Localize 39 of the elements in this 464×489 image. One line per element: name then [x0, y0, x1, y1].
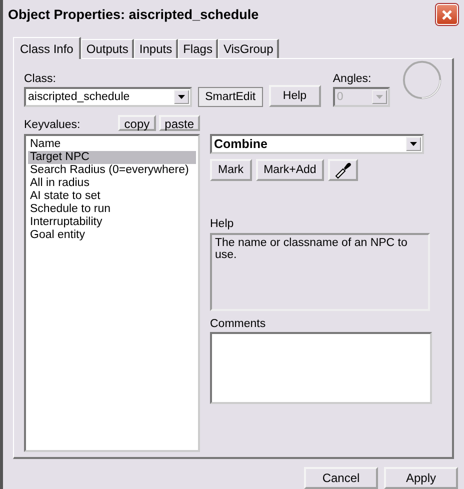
mark-button[interactable]: Mark	[210, 159, 252, 182]
dropdown-arrow-icon	[410, 142, 417, 146]
copy-button[interactable]: copy	[118, 115, 156, 132]
mark-button[interactable]: Mark+Add	[256, 159, 324, 182]
help-button[interactable]: Help	[268, 85, 321, 108]
dialog-button[interactable]: Cancel	[304, 467, 378, 489]
dialog-button[interactable]: Apply	[384, 467, 458, 489]
tab[interactable]: Inputs	[134, 38, 178, 58]
paste-button[interactable]: paste	[158, 115, 200, 132]
list-item[interactable]: Search Radius (0=everywhere)	[28, 164, 196, 178]
help-label: Help	[210, 218, 235, 230]
list-item[interactable]: AI state to set	[28, 190, 196, 204]
comments-label: Comments	[210, 318, 267, 330]
tab[interactable]: Class Info	[13, 36, 82, 59]
close-button[interactable]	[436, 4, 458, 26]
list-item[interactable]: Name	[28, 138, 196, 152]
window-title: Object Properties: aiscripted_schedule	[8, 7, 259, 22]
keyvalues-label: Keyvalues:	[24, 119, 80, 132]
help-text: The name or classname of an NPC to use.	[210, 233, 430, 312]
list-item[interactable]: Goal entity	[28, 229, 196, 242]
dropdown-arrow-icon	[376, 95, 383, 100]
class-label: Class:	[24, 73, 57, 86]
close-icon	[441, 8, 453, 21]
class-dropdown[interactable]: aiscripted_schedule	[24, 87, 192, 108]
tab[interactable]: Flags	[178, 38, 218, 58]
list-item[interactable]: Schedule to run	[28, 203, 196, 216]
tab[interactable]: VisGroup	[218, 38, 280, 58]
dropdown-arrow-icon	[178, 95, 186, 100]
eyedropper-button[interactable]	[328, 159, 358, 182]
eyedropper-icon	[334, 161, 352, 180]
angles-label: Angles:	[332, 73, 372, 86]
list-item[interactable]: Interruptability	[28, 216, 196, 230]
keyvalues-list[interactable]: Name Target NPC Search Radius (0=everywhere) All in radius AI state to set Schedule to run Interruptability Goal entity	[24, 134, 200, 452]
tab[interactable]: Outputs	[81, 38, 134, 58]
list-item[interactable]: Target NPC	[28, 151, 196, 164]
smartedit-button[interactable]: SmartEdit	[198, 87, 263, 108]
value-dropdown[interactable]: Combine	[210, 134, 424, 154]
comments-field[interactable]	[210, 332, 432, 404]
list-item[interactable]: All in radius	[28, 177, 196, 190]
